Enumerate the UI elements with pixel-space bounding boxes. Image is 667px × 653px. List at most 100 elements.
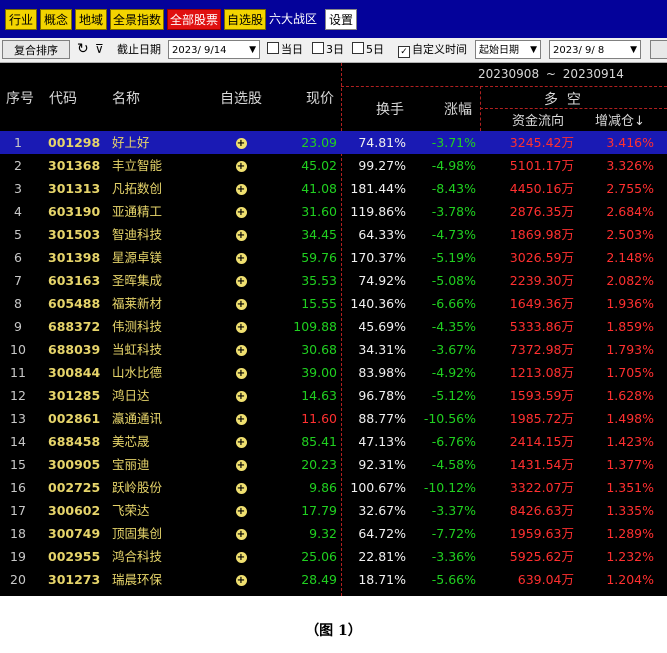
stock-code: 605488 xyxy=(48,296,101,311)
current-price: 39.00 xyxy=(301,365,337,380)
add-watchlist-button[interactable]: + xyxy=(226,430,256,453)
add-watchlist-button[interactable]: + xyxy=(226,545,256,568)
start-date-input[interactable]: 2023/ 9/ 8 ▼ xyxy=(549,40,641,59)
table-row[interactable]: 17 300602 飞荣达 +17.79 32.67% -3.37% 8426.63万 1.3… xyxy=(0,499,667,522)
add-watchlist-button[interactable]: + xyxy=(226,315,256,338)
price-change: -10.12% xyxy=(423,480,476,495)
current-price: 20.23 xyxy=(301,457,337,472)
current-price: 23.09 xyxy=(301,135,337,150)
turnover-rate: 88.77% xyxy=(358,411,406,426)
nav-concept[interactable]: 概念 xyxy=(40,9,72,30)
position-increase: 2.148% xyxy=(606,250,654,265)
add-watchlist-button[interactable]: + xyxy=(226,476,256,499)
add-watchlist-button[interactable]: + xyxy=(226,177,256,200)
header-price[interactable]: 现价 xyxy=(306,88,334,108)
add-watchlist-button[interactable]: + xyxy=(226,499,256,522)
nav-region[interactable]: 地域 xyxy=(75,9,107,30)
table-row[interactable]: 1 001298 好上好 +23.09 74.81% -3.71% 3245.42万 3.41… xyxy=(0,131,667,154)
add-watchlist-button[interactable]: + xyxy=(226,246,256,269)
stock-code: 001298 xyxy=(48,135,101,150)
stock-code: 603163 xyxy=(48,273,101,288)
row-index: 7 xyxy=(14,273,22,288)
add-watchlist-button[interactable]: + xyxy=(226,269,256,292)
table-row[interactable]: 4 603190 亚通精工 +31.60 119.86% -3.78% 2876.35万 2.… xyxy=(0,200,667,223)
row-index: 8 xyxy=(14,296,22,311)
table-row[interactable]: 15 300905 宝丽迪 +20.23 92.31% -4.58% 1431.54万 1.3… xyxy=(0,453,667,476)
table-row[interactable]: 13 002861 瀛通通讯 +11.60 88.77% -10.56% 1985.72万 1… xyxy=(0,407,667,430)
plus-circle-icon: + xyxy=(235,552,247,563)
plus-circle-icon: + xyxy=(235,460,247,471)
extra-toolbar-button[interactable] xyxy=(650,40,667,59)
position-increase: 1.628% xyxy=(606,388,654,403)
table-row[interactable]: 16 002725 跃岭股份 +9.86 100.67% -10.12% 3322.07万 1… xyxy=(0,476,667,499)
table-row[interactable]: 2 301368 丰立智能 +45.02 99.27% -4.98% 5101.17万 3.3… xyxy=(0,154,667,177)
stock-name: 好上好 xyxy=(112,135,150,150)
header-increase[interactable]: 增减仓↓ xyxy=(595,110,645,129)
table-row[interactable]: 14 688458 美芯晟 +85.41 47.13% -6.76% 2414.15万 1.4… xyxy=(0,430,667,453)
nav-panorama-index[interactable]: 全景指数 xyxy=(110,9,164,30)
table-row[interactable]: 20 301273 瑞晨环保 +28.49 18.71% -5.66% 639.04万 1.2… xyxy=(0,568,667,591)
add-watchlist-button[interactable]: + xyxy=(226,407,256,430)
header-change[interactable]: 涨幅 xyxy=(444,99,472,119)
table-row[interactable]: 3 301313 凡拓数创 +41.08 181.44% -8.43% 4450.16万 2.… xyxy=(0,177,667,200)
nav-six-zones[interactable]: 六大战区 xyxy=(269,9,317,30)
filter-clear-icon[interactable]: ⊽ xyxy=(95,40,104,59)
current-price: 109.88 xyxy=(293,319,337,334)
add-watchlist-button[interactable]: + xyxy=(226,223,256,246)
option-custom-time[interactable]: ✓ 自定义时间 xyxy=(398,40,467,59)
header-fund-flow[interactable]: 资金流向 xyxy=(512,110,564,129)
stock-name: 圣晖集成 xyxy=(112,273,163,288)
end-date-input[interactable]: 2023/ 9/14 ▼ xyxy=(168,40,260,59)
stock-name: 当虹科技 xyxy=(112,342,163,357)
current-price: 9.86 xyxy=(309,480,337,495)
add-watchlist-button[interactable]: + xyxy=(226,338,256,361)
reset-sort-button[interactable]: 复合排序 xyxy=(2,40,70,59)
nav-industry[interactable]: 行业 xyxy=(5,9,37,30)
row-index: 19 xyxy=(10,549,26,564)
table-row[interactable]: 19 002955 鸿合科技 +25.06 22.81% -3.36% 5925.62万 1.… xyxy=(0,545,667,568)
price-change: -4.58% xyxy=(431,457,476,472)
turnover-rate: 64.72% xyxy=(358,526,406,541)
table-row[interactable]: 6 301398 星源卓镁 +59.76 170.37% -5.19% 3026.59万 2.… xyxy=(0,246,667,269)
add-watchlist-button[interactable]: + xyxy=(226,453,256,476)
add-watchlist-button[interactable]: + xyxy=(226,522,256,545)
header-turnover[interactable]: 换手 xyxy=(376,99,404,119)
row-index: 13 xyxy=(10,411,26,426)
table-row[interactable]: 7 603163 圣晖集成 +35.53 74.92% -5.08% 2239.30万 2.0… xyxy=(0,269,667,292)
add-watchlist-button[interactable]: + xyxy=(226,200,256,223)
start-date-select[interactable]: 起始日期 ▼ xyxy=(475,40,541,59)
table-row[interactable]: 18 300749 顶固集创 +9.32 64.72% -7.72% 1959.63万 1.2… xyxy=(0,522,667,545)
table-row[interactable]: 5 301503 智迪科技 +34.45 64.33% -4.73% 1869.98万 2.5… xyxy=(0,223,667,246)
header-code[interactable]: 代码 xyxy=(49,88,77,108)
add-watchlist-button[interactable]: + xyxy=(226,568,256,591)
header-watchlist[interactable]: 自选股 xyxy=(220,88,262,108)
option-5day[interactable]: 5日 xyxy=(352,40,384,59)
option-today[interactable]: 当日 xyxy=(267,40,303,59)
table-row[interactable]: 8 605488 福莱新材 +15.55 140.36% -6.66% 1649.36万 1.… xyxy=(0,292,667,315)
table-row[interactable]: 11 300844 山水比德 +39.00 83.98% -4.92% 1213.08万 1.… xyxy=(0,361,667,384)
table-row[interactable]: 12 301285 鸿日达 +14.63 96.78% -5.12% 1593.59万 1.6… xyxy=(0,384,667,407)
refresh-icon[interactable]: ↻ xyxy=(77,40,89,59)
stock-code: 301368 xyxy=(48,158,101,173)
add-watchlist-button[interactable]: + xyxy=(226,292,256,315)
table-row[interactable]: 10 688039 当虹科技 +30.68 34.31% -3.67% 7372.98万 1.… xyxy=(0,338,667,361)
settings-button[interactable]: 设置 xyxy=(325,9,357,30)
turnover-rate: 64.33% xyxy=(358,227,406,242)
table-row[interactable]: 9 688372 伟测科技 +109.88 45.69% -4.35% 5333.86万 1.… xyxy=(0,315,667,338)
fund-flow: 1649.36万 xyxy=(509,296,574,311)
nav-watchlist[interactable]: 自选股 xyxy=(224,9,266,30)
position-increase: 1.859% xyxy=(606,319,654,334)
turnover-rate: 96.78% xyxy=(358,388,406,403)
add-watchlist-button[interactable]: + xyxy=(226,361,256,384)
add-watchlist-button[interactable]: + xyxy=(226,131,256,154)
add-watchlist-button[interactable]: + xyxy=(226,384,256,407)
row-index: 18 xyxy=(10,526,26,541)
add-watchlist-button[interactable]: + xyxy=(226,154,256,177)
header-name[interactable]: 名称 xyxy=(112,88,140,108)
stock-code: 301398 xyxy=(48,250,101,265)
stock-name: 丰立智能 xyxy=(112,158,163,173)
nav-all-stocks[interactable]: 全部股票 xyxy=(167,9,221,30)
header-idx[interactable]: 序号 xyxy=(6,88,34,108)
turnover-rate: 119.86% xyxy=(350,204,406,219)
option-3day[interactable]: 3日 xyxy=(312,40,344,59)
